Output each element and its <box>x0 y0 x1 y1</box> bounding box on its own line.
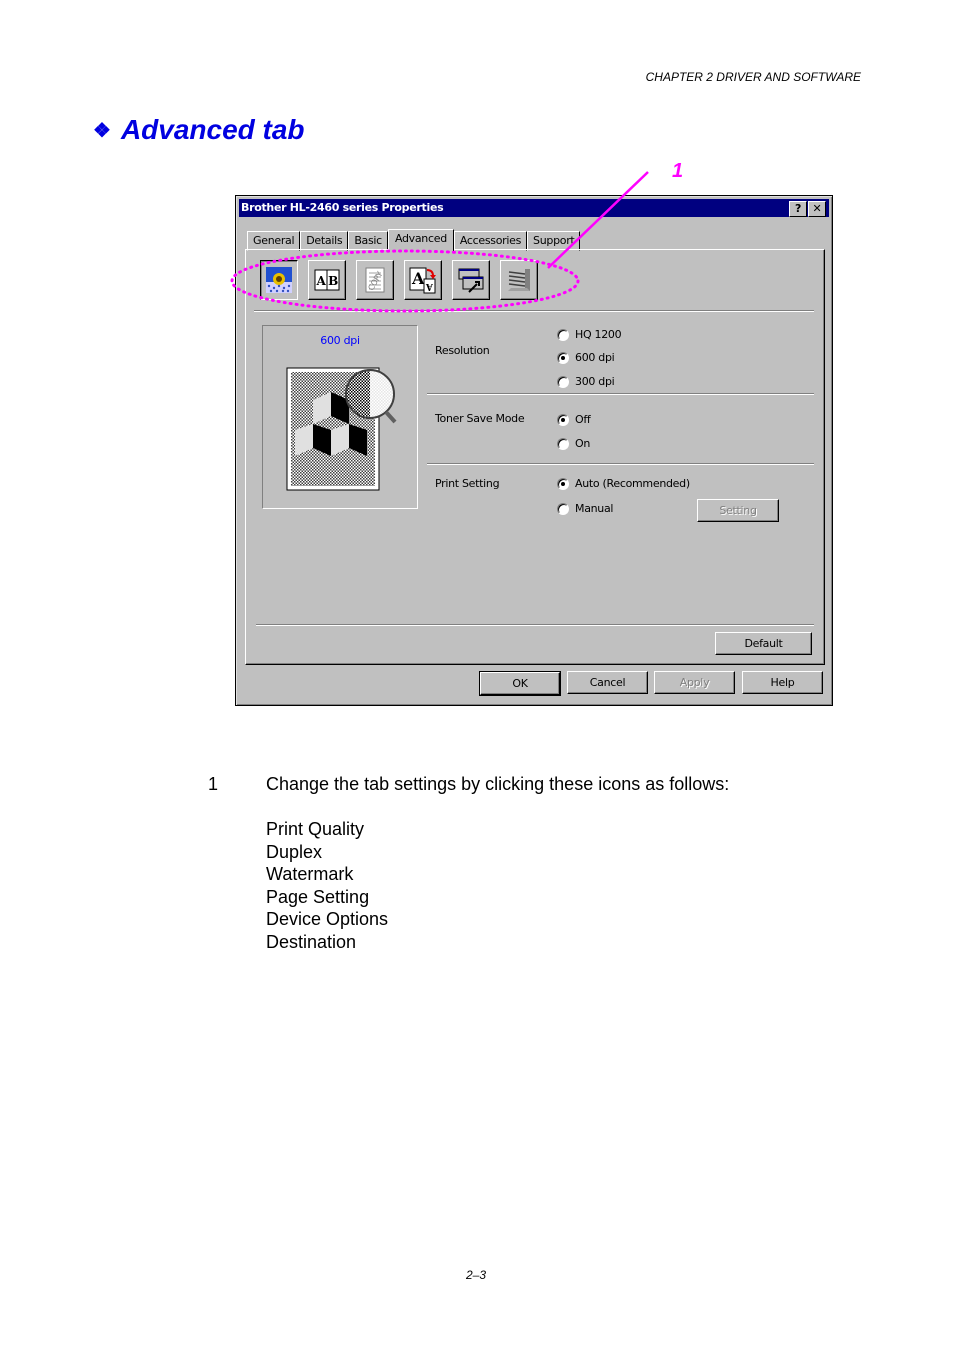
svg-text:A: A <box>315 274 326 288</box>
resolution-preview: 600 dpi <box>262 325 418 509</box>
radio-label: Off <box>575 413 591 426</box>
radio-indicator <box>557 328 569 341</box>
icon-row-divider <box>254 310 814 312</box>
radio-indicator <box>557 413 569 426</box>
svg-text:A: A <box>425 281 434 291</box>
bottom-divider <box>256 624 814 626</box>
list-item: Print Quality <box>266 819 365 839</box>
radio-manual[interactable]: Manual <box>557 502 613 515</box>
tab-support[interactable]: Support <box>527 231 581 251</box>
section-title-text: Advanced tab <box>120 114 305 145</box>
preview-label: 600 dpi <box>320 334 360 347</box>
tab-accessories[interactable]: Accessories <box>453 231 528 251</box>
radio-indicator <box>557 477 569 490</box>
close-button[interactable]: ✕ <box>808 201 826 217</box>
list-item: Duplex <box>266 841 323 862</box>
resolution-divider <box>427 393 814 395</box>
icon-list: Print Quality Duplex Watermark Page Sett… <box>266 818 388 954</box>
toner-save-label: Toner Save Mode <box>435 412 525 425</box>
watermark-button[interactable]: COPY <box>356 260 394 300</box>
radio-toner-off[interactable]: Off <box>557 413 591 426</box>
section-title: ❖ Advanced tab <box>93 114 305 146</box>
chapter-header: CHAPTER 2 DRIVER AND SOFTWARE <box>645 70 861 84</box>
default-button[interactable]: Default <box>715 632 812 655</box>
advanced-panel: A B COPY A A 600 dpi Resolution HQ 1200 … <box>245 249 825 665</box>
print-setting-label: Print Setting <box>435 477 500 490</box>
tab-general[interactable]: General <box>247 231 301 251</box>
list-item: Destination <box>266 931 357 952</box>
radio-auto[interactable]: Auto (Recommended) <box>557 477 690 490</box>
feature-icon-row: A B COPY A A <box>260 260 538 300</box>
tab-details[interactable]: Details <box>300 231 349 251</box>
print-quality-button[interactable] <box>260 260 298 300</box>
radio-label: 300 dpi <box>575 375 615 388</box>
toner-divider <box>427 463 814 465</box>
radio-toner-on[interactable]: On <box>557 437 590 450</box>
tab-basic[interactable]: Basic <box>348 231 388 251</box>
setting-button[interactable]: Setting <box>697 499 779 522</box>
device-options-icon <box>458 268 484 293</box>
destination-icon <box>508 269 530 291</box>
watermark-icon: COPY <box>365 267 385 293</box>
callout-number: 1 <box>672 160 684 182</box>
page-footer: 2–3 <box>466 1268 487 1282</box>
help-title-button[interactable]: ? <box>789 201 807 217</box>
preview-image-icon <box>286 367 397 491</box>
instruction-text: Change the tab settings by clicking thes… <box>266 774 730 794</box>
device-options-button[interactable] <box>452 260 490 300</box>
svg-text:A: A <box>411 269 425 288</box>
radio-indicator <box>557 502 569 515</box>
dialog-title: Brother HL-2460 series Properties <box>241 201 444 214</box>
item-number: 1 <box>208 774 219 794</box>
radio-indicator <box>557 351 569 364</box>
svg-text:B: B <box>328 274 338 288</box>
radio-300dpi[interactable]: 300 dpi <box>557 375 615 388</box>
help-button[interactable]: Help <box>742 671 823 694</box>
radio-label: Auto (Recommended) <box>575 477 690 490</box>
duplex-icon: A B <box>314 269 340 291</box>
radio-label: HQ 1200 <box>575 328 622 341</box>
ok-button[interactable]: OK <box>479 671 561 696</box>
radio-label: 600 dpi <box>575 351 615 364</box>
properties-dialog: Brother HL-2460 series Properties ? ✕ Ge… <box>235 195 833 706</box>
radio-indicator <box>557 437 569 450</box>
page-setting-button[interactable]: A A <box>404 260 442 300</box>
duplex-button[interactable]: A B <box>308 260 346 300</box>
tab-advanced[interactable]: Advanced <box>387 229 454 252</box>
print-quality-icon <box>266 267 292 293</box>
radio-label: Manual <box>575 502 614 515</box>
radio-indicator <box>557 375 569 388</box>
list-item: Page Setting <box>266 886 370 907</box>
resolution-label: Resolution <box>435 344 490 357</box>
list-item: Device Options <box>266 909 389 930</box>
list-item: Watermark <box>266 864 354 885</box>
radio-600dpi[interactable]: 600 dpi <box>557 351 615 364</box>
tab-strip: General Details Basic Advanced Accessori… <box>247 229 581 252</box>
diamond-bullet-icon: ❖ <box>93 119 111 142</box>
radio-hq1200[interactable]: HQ 1200 <box>557 328 622 341</box>
destination-button[interactable] <box>500 260 538 300</box>
dialog-titlebar: Brother HL-2460 series Properties ? ✕ <box>239 199 829 217</box>
apply-button[interactable]: Apply <box>654 671 735 694</box>
page-setting-icon: A A <box>409 267 436 294</box>
cancel-button[interactable]: Cancel <box>567 671 648 694</box>
radio-label: On <box>575 437 591 450</box>
